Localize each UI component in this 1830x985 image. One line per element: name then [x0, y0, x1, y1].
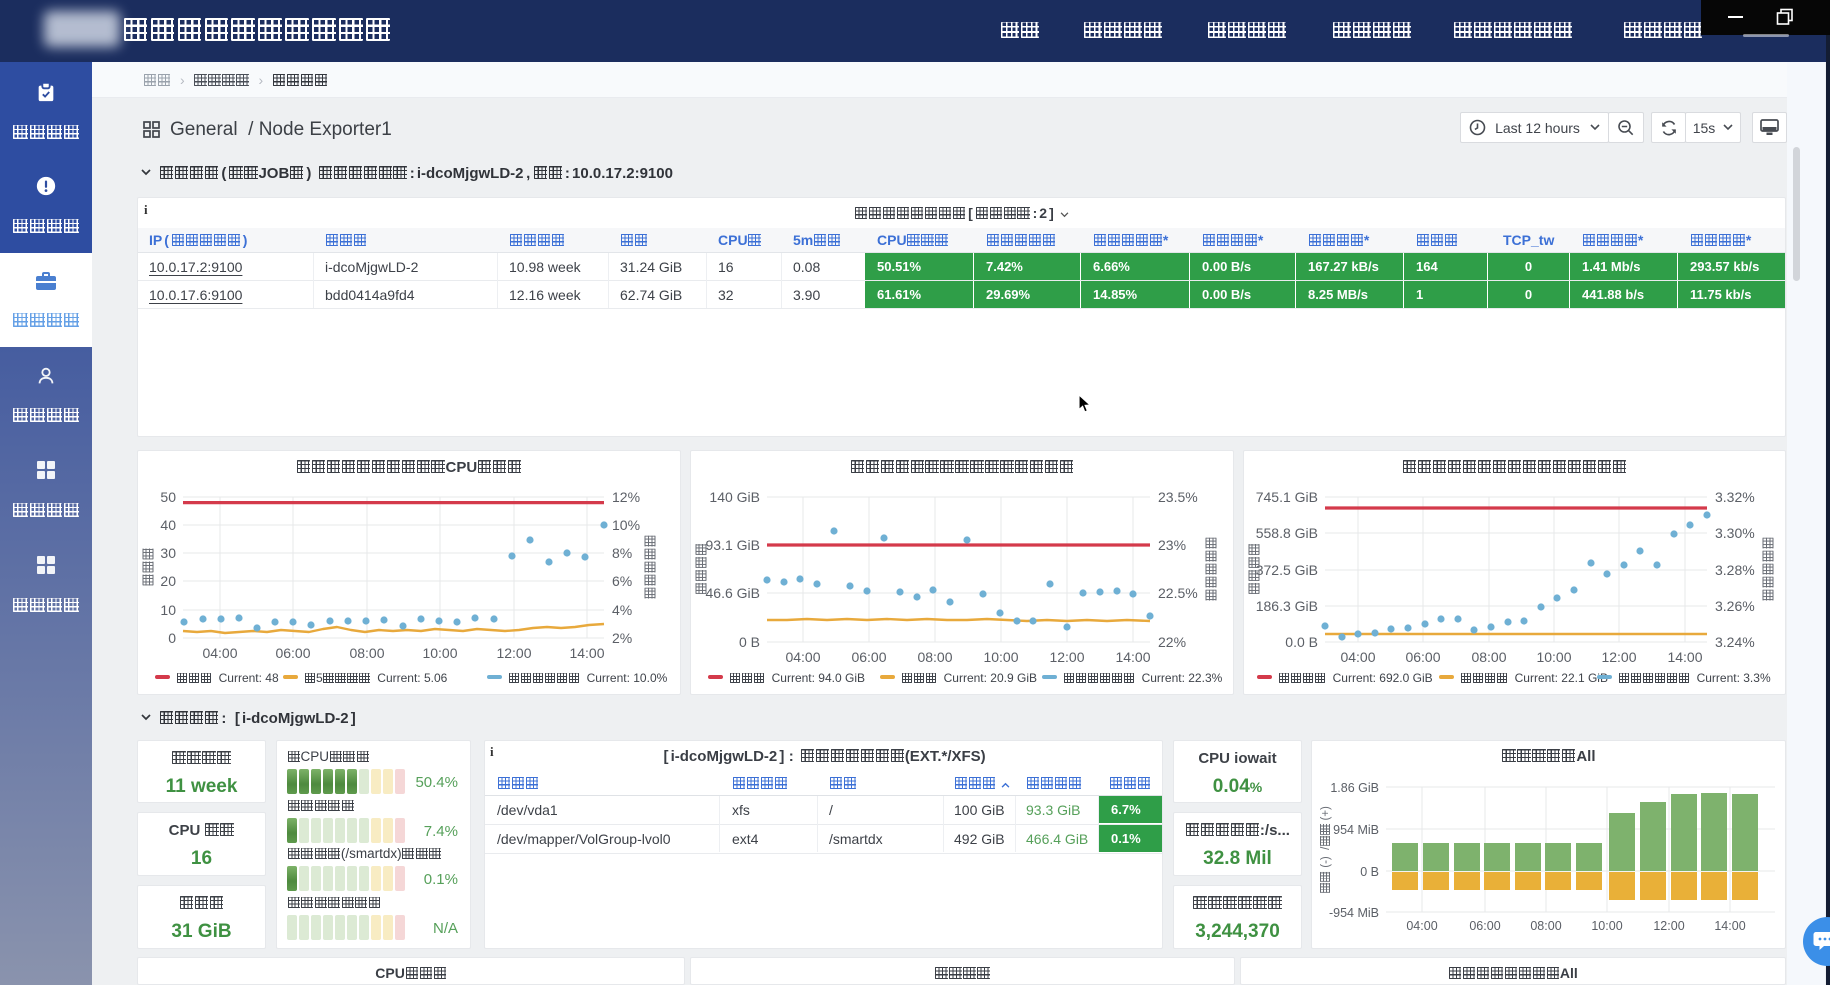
svg-text:10:00: 10:00 — [422, 645, 457, 661]
svg-text:46.6 GiB: 46.6 GiB — [706, 585, 760, 601]
svg-text:6%: 6% — [612, 573, 632, 589]
svg-text:06:00: 06:00 — [851, 649, 886, 665]
svg-text:10:00: 10:00 — [983, 649, 1018, 665]
svg-text:3.32%: 3.32% — [1715, 489, 1755, 505]
svg-text:22%: 22% — [1158, 634, 1186, 650]
svg-text:23.5%: 23.5% — [1158, 489, 1198, 505]
svg-text:08:00: 08:00 — [349, 645, 384, 661]
svg-text:3.24%: 3.24% — [1715, 634, 1755, 650]
svg-text:30: 30 — [160, 545, 176, 561]
svg-text:0 B: 0 B — [1360, 865, 1379, 879]
svg-text:04:00: 04:00 — [1406, 919, 1437, 933]
svg-text:06:00: 06:00 — [275, 645, 310, 661]
svg-text:12%: 12% — [612, 489, 640, 505]
svg-text:10%: 10% — [612, 517, 640, 533]
svg-text:14:00: 14:00 — [1115, 649, 1150, 665]
svg-text:40: 40 — [160, 517, 176, 533]
svg-text:0: 0 — [168, 630, 176, 646]
svg-text:14:00: 14:00 — [569, 645, 604, 661]
svg-text:4%: 4% — [612, 602, 632, 618]
svg-text:3.28%: 3.28% — [1715, 562, 1755, 578]
svg-text:12:00: 12:00 — [1653, 919, 1684, 933]
svg-text:93.1 GiB: 93.1 GiB — [706, 537, 760, 553]
svg-text:22.5%: 22.5% — [1158, 585, 1198, 601]
svg-text:12:00: 12:00 — [496, 645, 531, 661]
svg-text:0.0 B: 0.0 B — [1285, 634, 1318, 650]
svg-text:10: 10 — [160, 602, 176, 618]
svg-text:0 B: 0 B — [739, 634, 760, 650]
svg-text:06:00: 06:00 — [1405, 649, 1440, 665]
svg-text:372.5 GiB: 372.5 GiB — [1256, 562, 1318, 578]
svg-text:23%: 23% — [1158, 537, 1186, 553]
svg-text:14:00: 14:00 — [1667, 649, 1702, 665]
svg-text:1.86 GiB: 1.86 GiB — [1330, 781, 1379, 795]
svg-text:745.1 GiB: 745.1 GiB — [1256, 489, 1318, 505]
svg-text:10:00: 10:00 — [1591, 919, 1622, 933]
svg-text:954 MiB: 954 MiB — [1333, 823, 1379, 837]
svg-text:3.26%: 3.26% — [1715, 598, 1755, 614]
svg-text:14:00: 14:00 — [1714, 919, 1745, 933]
svg-text:04:00: 04:00 — [202, 645, 237, 661]
svg-text:2%: 2% — [612, 630, 632, 646]
svg-text:8%: 8% — [612, 545, 632, 561]
svg-text:06:00: 06:00 — [1469, 919, 1500, 933]
svg-text:20: 20 — [160, 573, 176, 589]
svg-text:558.8 GiB: 558.8 GiB — [1256, 525, 1318, 541]
svg-text:08:00: 08:00 — [917, 649, 952, 665]
svg-text:08:00: 08:00 — [1471, 649, 1506, 665]
svg-text:04:00: 04:00 — [785, 649, 820, 665]
svg-text:140 GiB: 140 GiB — [709, 489, 760, 505]
svg-text:186.3 GiB: 186.3 GiB — [1256, 598, 1318, 614]
svg-text:12:00: 12:00 — [1049, 649, 1084, 665]
svg-text:10:00: 10:00 — [1536, 649, 1571, 665]
svg-text:12:00: 12:00 — [1601, 649, 1636, 665]
svg-text:04:00: 04:00 — [1340, 649, 1375, 665]
svg-text:08:00: 08:00 — [1530, 919, 1561, 933]
svg-text:3.30%: 3.30% — [1715, 525, 1755, 541]
svg-text:50: 50 — [160, 489, 176, 505]
svg-text:-954 MiB: -954 MiB — [1329, 906, 1379, 920]
